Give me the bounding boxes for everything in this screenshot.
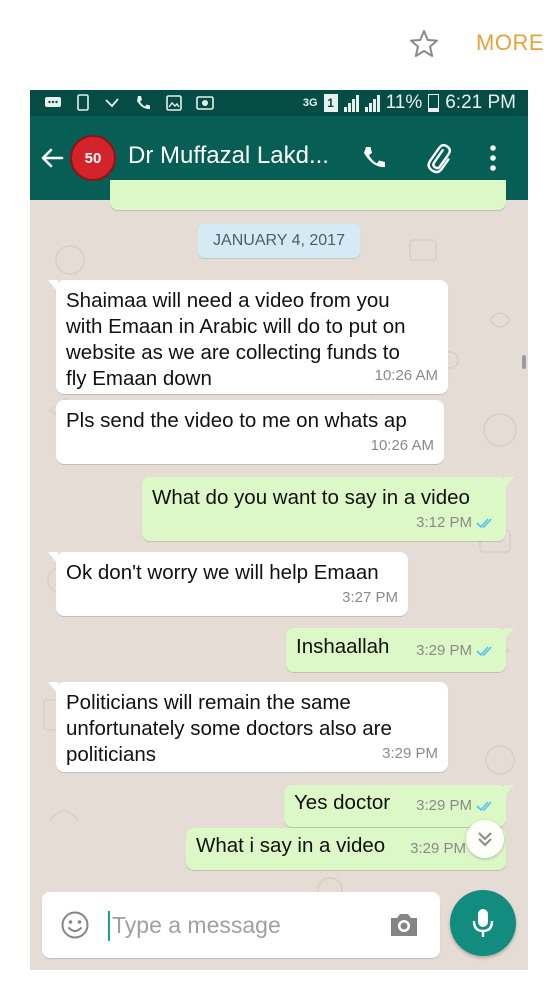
scroll-to-bottom-button[interactable] [466, 820, 504, 858]
message-text: Pls send the video to me on whats ap [66, 409, 407, 432]
message-bubble[interactable]: Politicians will remain the same unfortu… [48, 682, 448, 772]
network-type: 3G [302, 97, 318, 109]
message-time: 10:26 AM [374, 367, 438, 384]
message-bubble-partial[interactable] [110, 180, 506, 210]
phone-call-icon[interactable] [360, 144, 388, 172]
message-time: 3:12 PM [416, 514, 472, 531]
phone-device-icon [77, 94, 89, 111]
camera-icon[interactable] [388, 910, 420, 940]
message-text: Politicians will remain the same unfortu… [66, 691, 392, 766]
double-check-icon [476, 801, 492, 812]
message-time: 3:27 PM [342, 589, 398, 606]
chat-notification-icon [45, 97, 61, 107]
emoji-icon[interactable] [60, 910, 90, 940]
system-status: 3G 1 11% 6:21 PM [303, 92, 516, 114]
battery-percent: 11% [385, 92, 423, 113]
message-input[interactable] [112, 908, 352, 942]
message-bubble[interactable]: Ok don't worry we will help Emaan 3:27 P… [48, 552, 408, 616]
star-outline-icon[interactable] [408, 28, 440, 60]
status-bar: 3G 1 11% 6:21 PM [30, 90, 528, 116]
missed-call-icon [105, 98, 119, 108]
battery-icon [428, 94, 440, 112]
message-text: What do you want to say in a video [152, 486, 470, 509]
message-bubble[interactable]: Pls send the video to me on whats ap 10:… [56, 400, 444, 464]
double-check-icon [476, 518, 492, 529]
photo-notification-icon [196, 96, 214, 110]
message-time: 3:29 PM [416, 797, 472, 814]
scrollbar-thumb[interactable] [522, 355, 526, 369]
voice-record-button[interactable] [450, 890, 516, 956]
signal-icon [343, 94, 359, 112]
back-arrow-icon[interactable] [38, 144, 66, 172]
paperclip-icon[interactable] [424, 142, 454, 174]
clock: 6:21 PM [445, 92, 516, 113]
more-button[interactable]: MORE [476, 30, 544, 56]
message-bubble[interactable]: Inshaallah 3:29 PM [286, 628, 514, 672]
more-vert-icon[interactable] [488, 144, 498, 172]
message-bubble[interactable]: What do you want to say in a video 3:12 … [142, 477, 514, 541]
signal-icon-2 [364, 94, 380, 112]
viewer-toolbar: MORE [0, 0, 560, 90]
call-notification-icon [137, 96, 150, 110]
message-time: 3:29 PM [382, 745, 438, 762]
date-separator: JANUARY 4, 2017 [198, 224, 360, 258]
message-time: 10:26 AM [370, 437, 434, 454]
double-check-icon [476, 646, 492, 657]
double-chevron-down-icon [478, 832, 492, 847]
phone-screen: 3G 1 11% 6:21 PM 50 Dr Muffazal Lakd... [30, 90, 528, 970]
message-text: Ok don't worry we will help Emaan [66, 561, 379, 584]
contact-name[interactable]: Dr Muffazal Lakd... [128, 142, 329, 170]
message-text: Shaimaa will need a video from you with … [66, 289, 406, 390]
text-cursor [108, 911, 110, 941]
message-composer [42, 892, 440, 958]
message-time: 3:29 PM [410, 840, 466, 857]
message-time: 3:29 PM [416, 642, 472, 659]
microphone-icon [472, 909, 494, 937]
notification-icons [44, 93, 214, 113]
contact-avatar[interactable]: 50 [70, 135, 116, 181]
gallery-notification-icon [166, 95, 182, 111]
message-bubble[interactable]: What i say in a video 3:29 PM [186, 828, 506, 870]
message-list[interactable]: JANUARY 4, 2017 Shaimaa will need a vide… [30, 180, 528, 970]
sim-indicator: 1 [323, 94, 338, 112]
message-bubble[interactable]: Yes doctor 3:29 PM [284, 785, 514, 827]
message-bubble[interactable]: Shaimaa will need a video from you with … [48, 280, 448, 394]
